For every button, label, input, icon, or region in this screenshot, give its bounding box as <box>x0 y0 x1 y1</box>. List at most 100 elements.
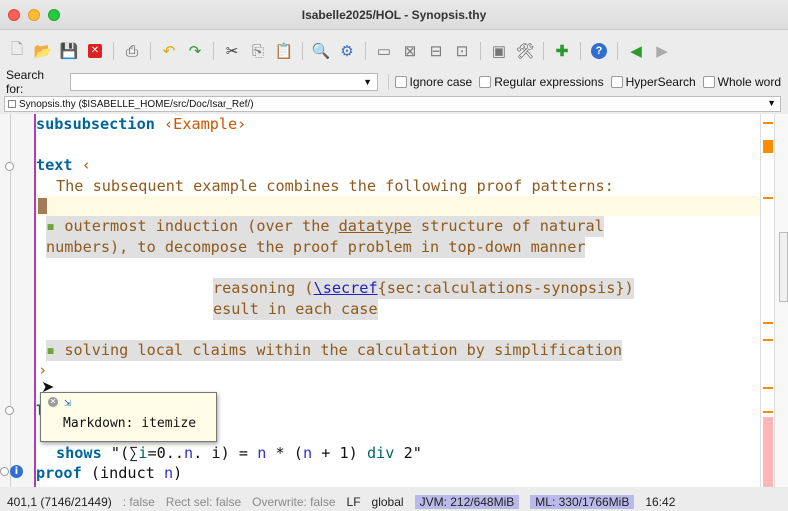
caret-position: 401,1 (7146/21449) <box>7 494 112 509</box>
variable: n <box>184 444 194 462</box>
chevron-down-icon[interactable]: ▼ <box>767 98 776 108</box>
keyword: text <box>36 156 73 174</box>
redo-icon[interactable]: ↷ <box>184 40 206 62</box>
frame-icon[interactable]: ▭ <box>373 40 395 62</box>
document-text: {sec:calculations-synopsis}) <box>377 279 634 297</box>
hyperlink[interactable]: \secref <box>314 279 378 297</box>
print-preview-icon[interactable]: ▣ <box>488 40 510 62</box>
status-bar: 401,1 (7146/21449) : false Rect sel: fal… <box>0 492 788 511</box>
copy-icon[interactable]: ⎘ <box>247 40 269 62</box>
panel-icon[interactable]: ⊡ <box>451 40 473 62</box>
hyperlink[interactable]: datatype <box>339 217 412 235</box>
plugin-icon[interactable]: ✚ <box>551 40 573 62</box>
overwrite-status[interactable]: Overwrite: false <box>252 495 335 509</box>
code-line: text ‹ <box>36 155 91 176</box>
search-input[interactable] <box>69 73 378 91</box>
tools-icon[interactable]: 🛠 <box>514 40 536 62</box>
cut-icon[interactable]: ✂ <box>221 40 243 62</box>
keyword: proof <box>36 464 82 482</box>
unfold-icon[interactable]: ⊟ <box>425 40 447 62</box>
line-ending-status[interactable]: LF <box>347 495 361 509</box>
hypersearch-checkbox[interactable]: HyperSearch <box>610 75 696 89</box>
info-icon[interactable]: i <box>10 465 23 478</box>
variable: n <box>302 444 313 462</box>
mouse-pointer-icon: ➤ <box>41 379 55 396</box>
status-flag: : false <box>122 494 155 509</box>
code-line: esult in each case <box>213 299 378 320</box>
code-line: ▪ outermost induction (over the datatype… <box>46 216 604 237</box>
search-label: Search for: <box>6 68 45 96</box>
code-line: proof (induct n) <box>36 463 182 484</box>
save-file-icon[interactable]: 💾 <box>58 40 80 62</box>
overview-column[interactable] <box>760 114 774 487</box>
code-text: ∑ <box>129 444 139 462</box>
overview-mark <box>763 387 773 389</box>
current-line-highlight <box>36 196 760 216</box>
overview-mark <box>763 197 773 199</box>
buffer-icon <box>8 100 16 108</box>
fold-marker-icon[interactable] <box>5 406 14 415</box>
sidekick-side-tab[interactable] <box>779 232 788 302</box>
overview-mark <box>763 417 773 487</box>
mode-status[interactable]: global <box>372 495 404 509</box>
search-separator <box>387 74 389 90</box>
back-icon[interactable]: ◀ <box>625 40 647 62</box>
print-icon[interactable]: ⎙ <box>121 40 143 62</box>
jvm-memory[interactable]: JVM: 212/648MiB <box>414 494 520 509</box>
toolbar-separator <box>365 42 366 60</box>
overview-mark <box>763 122 773 124</box>
checkbox-box[interactable] <box>394 76 407 88</box>
forward-icon[interactable]: ▶ <box>651 40 673 62</box>
overview-mark <box>763 322 773 324</box>
fold-marker-icon[interactable] <box>0 467 9 476</box>
search-history-dropdown-icon[interactable]: ▼ <box>360 77 376 87</box>
buffer-label: Synopsis.thy ($ISABELLE_HOME/src/Doc/Isa… <box>19 98 254 110</box>
code-text: (induct <box>81 464 165 482</box>
find-icon[interactable]: 🔍 <box>310 40 332 62</box>
fold-icon[interactable]: ⊠ <box>399 40 421 62</box>
text-cursor <box>38 198 47 214</box>
code-text: =0.. <box>147 444 185 462</box>
checkbox-box[interactable] <box>702 76 715 88</box>
code-text: * ( <box>266 444 303 462</box>
replace-icon[interactable]: ⚙ <box>336 40 358 62</box>
open-file-icon[interactable]: 📂 <box>32 40 54 62</box>
fold-marker-icon[interactable] <box>5 162 14 171</box>
whole-word-checkbox[interactable]: Whole word <box>702 75 781 89</box>
checkbox-box[interactable] <box>610 76 623 88</box>
code-line: subsubsection ‹Example› <box>36 114 246 135</box>
toolbar: 🗋 📂 💾 ✕ ⎙ ↶ ↷ ✂ ⎘ 📋 🔍 ⚙ ▭ ⊠ ⊟ ⊡ ▣ 🛠 ✚ ? … <box>0 31 788 71</box>
toolbar-separator <box>580 42 581 60</box>
toolbar-separator <box>213 42 214 60</box>
ignore-case-label: Ignore case <box>409 75 473 89</box>
keyword: shows <box>56 444 102 462</box>
document-text: The subsequent example combines the foll… <box>56 177 614 195</box>
code-line: numbers), to decompose the proof problem… <box>46 237 586 258</box>
checkbox-box[interactable] <box>479 76 492 88</box>
close-file-icon[interactable]: ✕ <box>84 40 106 62</box>
new-file-icon[interactable]: 🗋 <box>6 40 28 62</box>
toolbar-separator <box>150 42 151 60</box>
regular-expressions-checkbox[interactable]: Regular expressions <box>479 75 604 89</box>
code-line: shows "(∑i=0..n. i) = n * (n + 1) div 2" <box>56 443 422 464</box>
undo-icon[interactable]: ↶ <box>158 40 180 62</box>
close-icon[interactable]: ✕ <box>48 397 58 407</box>
code-text: "( <box>101 444 130 462</box>
paste-icon[interactable]: 📋 <box>273 40 295 62</box>
ignore-case-checkbox[interactable]: Ignore case <box>394 75 473 89</box>
pin-icon[interactable]: ⇲ <box>64 395 71 409</box>
toolbar-separator <box>617 42 618 60</box>
document-text: numbers), to decompose the proof problem… <box>46 238 586 256</box>
help-icon[interactable]: ? <box>588 40 610 62</box>
toolbar-separator <box>480 42 481 60</box>
ml-memory[interactable]: ML: 330/1766MiB <box>530 494 635 509</box>
buffer-selector[interactable]: Synopsis.thy ($ISABELLE_HOME/src/Doc/Isa… <box>4 96 781 112</box>
hypersearch-label: HyperSearch <box>625 75 696 89</box>
text-editor[interactable]: i subsubsection ‹Example› text ‹ The sub… <box>0 114 788 487</box>
search-bar: Search for: ▼ Ignore case Regular expres… <box>0 68 788 96</box>
cartouche-open: ‹ <box>81 156 91 174</box>
bullet-icon: ▪ <box>46 341 56 359</box>
variable: n <box>164 464 174 482</box>
document-text: outermost induction (over the <box>64 217 339 235</box>
rect-sel-status[interactable]: Rect sel: false <box>166 495 241 509</box>
